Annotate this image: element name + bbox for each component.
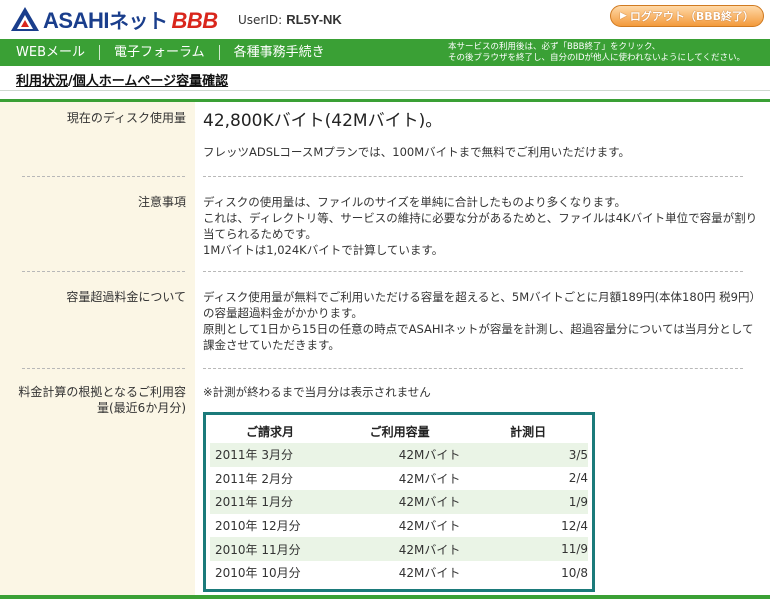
- cell-month: 2010年 11月分: [215, 542, 301, 557]
- cell-usage: 42Mバイト: [398, 519, 461, 534]
- row-separator: [203, 368, 743, 369]
- breadcrumb-current: 個人ホームページ容量確認: [72, 74, 229, 89]
- logout-notice-line2: その後ブラウザを終了し、自分のIDが他人に使われないようにしてください。: [448, 53, 745, 63]
- cell-date: 1/9: [568, 494, 589, 509]
- disk-usage-headline: 42,800Kバイト(42Mバイト)。: [203, 111, 443, 131]
- disk-usage-note: フレッツADSLコースMプランでは、100Mバイトまで無料でご利用いただけます。: [203, 145, 630, 159]
- row-separator: [203, 271, 743, 272]
- row-separator: [22, 368, 185, 369]
- notice-line: これは、ディレクトリ等、サービスの維持に必要な分があるためと、ファイルは4Kバイ…: [203, 211, 758, 241]
- table-row: 2010年 12月分 42Mバイト 12/4: [210, 514, 588, 538]
- logout-notice: 本サービスの利用後は、必ず「BBB終了」をクリック、 その後ブラウザを終了し、自…: [448, 42, 766, 64]
- header: ASAHIネット BBB UserID: RL5Y-NK ▶ ログアウト（BBB終了…: [0, 0, 770, 38]
- disk-usage-value: 42,800Kバイト(42Mバイト)。 フレッツADSLコースMプランでは、10…: [203, 110, 758, 160]
- usage-history-label: 料金計算の根拠となるご利用容 量(最近6か月分): [0, 384, 186, 416]
- breadcrumb-text: 利用状況/個人ホームページ容量確認: [16, 70, 228, 89]
- usage-history-table: ご請求月 ご利用容量 計測日 2011年 3月分 42Mバイト 3/5 2011…: [203, 412, 595, 592]
- cell-date: 3/5: [568, 447, 589, 462]
- disk-usage-label: 現在のディスク使用量: [66, 111, 186, 125]
- user-id-display: UserID: RL5Y-NK: [238, 12, 342, 27]
- table-row: 2011年 3月分 42Mバイト 3/5: [210, 443, 588, 467]
- row-separator: [22, 176, 185, 177]
- play-arrow-icon: ▶: [619, 11, 627, 21]
- usage-history-label-line1: 料金計算の根拠となるご利用容: [18, 385, 186, 399]
- cell-month: 2011年 1月分: [215, 495, 293, 510]
- table-row: 2010年 10月分 42Mバイト 10/8: [210, 561, 588, 585]
- cell-month: 2011年 3月分: [215, 448, 293, 463]
- cell-date: 12/4: [561, 518, 589, 533]
- col-header-usage: ご利用容量: [369, 424, 430, 439]
- usage-history-note: ※計測が終わるまで当月分は表示されません: [203, 385, 431, 399]
- overage-fee-line: 原則として1日から15日の任意の時点でASAHIネットが容量を計測し、超過容量分…: [203, 322, 754, 352]
- overage-fee-text: ディスク使用量が無料でご利用いただける容量を超えると、5Mバイトごとに月額189…: [203, 289, 758, 353]
- table-row: 2010年 11月分 42Mバイト 11/9: [210, 537, 588, 561]
- row-separator: [22, 271, 185, 272]
- usage-history-label-line2: 量(最近6か月分): [97, 401, 186, 415]
- logo-brand: ASAHI: [43, 7, 109, 33]
- cell-date: 2/4: [568, 471, 589, 486]
- footer-line: [0, 595, 770, 599]
- main-nav: WEBメール 電子フォーラム 各種事務手続き 本サービスの利用後は、必ず「BBB…: [0, 39, 770, 66]
- logo-net: ネット: [108, 10, 168, 33]
- logo-wordmark: ASAHIネット BBB: [43, 5, 218, 34]
- cell-month: 2011年 2月分: [215, 471, 293, 486]
- main-content: 現在のディスク使用量 42,800Kバイト(42Mバイト)。 フレッツADSLコ…: [0, 102, 770, 599]
- cell-usage: 42Mバイト: [398, 471, 461, 486]
- nav-item-forum[interactable]: 電子フォーラム: [100, 45, 220, 60]
- table-row: 2011年 2月分 42Mバイト 2/4: [210, 467, 588, 491]
- overage-fee-label: 容量超過料金について: [66, 290, 186, 304]
- cell-date: 10/8: [561, 565, 589, 580]
- col-header-measure-date: 計測日: [510, 424, 547, 439]
- nav-item-webmail[interactable]: WEBメール: [10, 45, 100, 60]
- table-header-row: ご請求月 ご利用容量 計測日: [210, 419, 588, 443]
- nav-items: WEBメール 電子フォーラム 各種事務手続き: [10, 39, 339, 66]
- cell-usage: 42Mバイト: [398, 566, 461, 581]
- asahi-logo-mark-icon: [11, 7, 39, 31]
- cell-date: 11/9: [561, 542, 589, 557]
- userid-label: UserID:: [238, 13, 283, 27]
- notice-label: 注意事項: [137, 195, 186, 209]
- col-header-billing-month: ご請求月: [246, 424, 295, 439]
- cell-usage: 42Mバイト: [398, 495, 461, 510]
- cell-usage: 42Mバイト: [398, 542, 461, 557]
- nav-item-procedures[interactable]: 各種事務手続き: [220, 45, 339, 60]
- notice-line: 1Mバイトは1,024Kバイトで計算しています。: [203, 243, 444, 257]
- overage-fee-line: ディスク使用量が無料でご利用いただける容量を超えると、5Mバイトごとに月額189…: [203, 290, 756, 320]
- breadcrumb: 利用状況/個人ホームページ容量確認: [0, 66, 770, 91]
- logo-bbb: BBB: [171, 7, 218, 33]
- userid-value: RL5Y-NK: [286, 12, 342, 27]
- table-row: 2011年 1月分 42Mバイト 1/9: [210, 490, 588, 514]
- logout-label: ログアウト（BBB終了）: [629, 10, 755, 23]
- logout-button[interactable]: ▶ ログアウト（BBB終了）: [610, 5, 764, 27]
- notice-line: ディスクの使用量は、ファイルのサイズを単純に合計したものより多くなります。: [203, 195, 626, 209]
- cell-month: 2010年 12月分: [215, 519, 301, 534]
- logout-notice-line1: 本サービスの利用後は、必ず「BBB終了」をクリック、: [448, 42, 661, 52]
- cell-month: 2010年 10月分: [215, 566, 301, 581]
- cell-usage: 42Mバイト: [398, 448, 461, 463]
- breadcrumb-usage-link[interactable]: 利用状況: [16, 74, 68, 89]
- row-separator: [203, 176, 743, 177]
- asahi-net-logo[interactable]: ASAHIネット BBB: [10, 5, 218, 33]
- notice-text: ディスクの使用量は、ファイルのサイズを単純に合計したものより多くなります。 これ…: [203, 194, 758, 258]
